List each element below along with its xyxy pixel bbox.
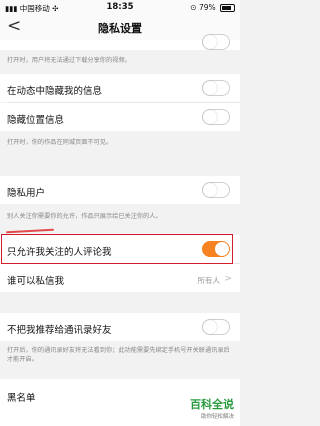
- row-who-can-message[interactable]: 谁可以私信我 所有人 >: [0, 264, 240, 292]
- battery-level: [222, 6, 231, 10]
- toggle-knob: [203, 35, 217, 49]
- row-label: 谁可以私信我: [7, 276, 65, 287]
- toggle-download-share[interactable]: [202, 34, 230, 50]
- watermark-title: 百科全说: [190, 398, 234, 411]
- watermark: 百科全说 助你轻松解决: [190, 396, 234, 420]
- toggle-private-user[interactable]: [202, 182, 230, 198]
- toggle-knob: [203, 183, 217, 197]
- row-hide-in-feed[interactable]: 在动态中隐藏我的信息: [0, 74, 240, 102]
- row-value: 所有人: [197, 276, 221, 285]
- row-private-user[interactable]: 隐私用户: [0, 176, 240, 204]
- toggle-hide-in-feed[interactable]: [202, 80, 230, 96]
- page-title: 隐私设置: [98, 22, 142, 35]
- hint-location: 打开时，你的作品在同城页面不可见。: [0, 131, 240, 176]
- highlight-box: [1, 234, 233, 264]
- toggle-hide-location[interactable]: [202, 109, 230, 125]
- hint-text: 打开时，你的作品在同城页面不可见。: [7, 139, 113, 146]
- hint-text: 别人关注你需要你的允许，作品只展示给已关注你的人。: [7, 213, 162, 220]
- toggle-no-recommend-contacts[interactable]: [202, 319, 230, 335]
- row-label: 在动态中隐藏我的信息: [7, 86, 103, 97]
- hint-download: 打开时，用户将无法通过下载分享你的视频。: [0, 50, 240, 74]
- toggle-knob: [203, 110, 217, 124]
- row-label: 隐私用户: [7, 188, 46, 199]
- battery-icon: [220, 4, 235, 12]
- status-bar: ▮▮▮ 中国移动 ✣ 18:35 ⊙ 79%: [0, 0, 240, 14]
- hint-text: 打开后，你的通讯录好友将无法看到你；此功能需要先绑定手机号开关联通讯录后才能开启…: [7, 347, 230, 363]
- watermark-subtitle: 助你轻松解决: [200, 414, 234, 420]
- lock-icon: ⊙: [190, 3, 197, 12]
- hint-text: 打开时，用户将无法通过下载分享你的视频。: [7, 57, 131, 64]
- battery-area: ⊙ 79%: [190, 3, 235, 12]
- toggle-knob: [203, 320, 217, 334]
- row-label: 隐藏位置信息: [7, 115, 65, 126]
- hint-contacts: 打开后，你的通讯录好友将无法看到你；此功能需要先绑定手机号开关联通讯录后才能开启…: [0, 341, 240, 379]
- chevron-right-icon: >: [224, 274, 232, 284]
- settings-row-partial: [0, 34, 240, 50]
- toggle-knob: [203, 81, 217, 95]
- battery-percent: 79%: [198, 3, 216, 12]
- row-no-recommend-contacts[interactable]: 不把我推荐给通讯录好友: [0, 313, 240, 341]
- row-label: 不把我推荐给通讯录好友: [7, 325, 112, 336]
- row-hide-location[interactable]: 隐藏位置信息: [0, 103, 240, 131]
- row-label: 黑名单: [7, 393, 36, 404]
